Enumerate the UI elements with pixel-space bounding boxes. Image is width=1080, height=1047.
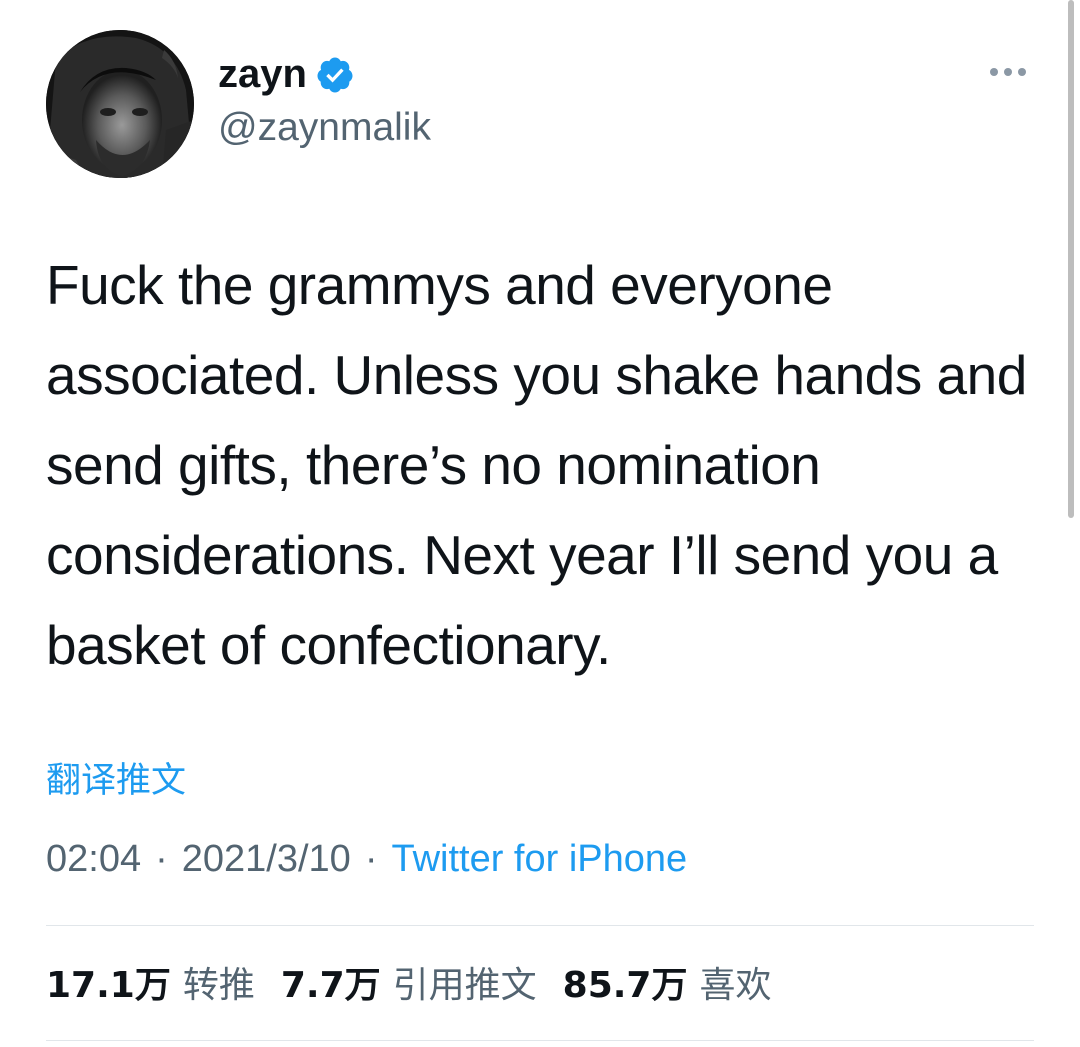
avatar[interactable] bbox=[46, 30, 194, 178]
likes-label: 喜欢 bbox=[699, 965, 772, 1006]
author-handle[interactable]: @zaynmalik bbox=[218, 106, 431, 150]
more-dot bbox=[1018, 68, 1026, 76]
quotes-stat[interactable]: 7.7万 引用推文 bbox=[281, 956, 537, 1008]
translate-tweet-link[interactable]: 翻译推文 bbox=[46, 752, 186, 803]
tweet-source-link[interactable]: Twitter for iPhone bbox=[391, 838, 687, 880]
more-options-icon[interactable] bbox=[986, 64, 1030, 80]
avatar-image bbox=[46, 30, 194, 178]
tweet-date: 2021/3/10 bbox=[181, 838, 351, 880]
divider bbox=[46, 1040, 1034, 1041]
tweet-time: 02:04 bbox=[46, 838, 142, 880]
retweets-count: 17.1万 bbox=[46, 965, 171, 1006]
more-dot bbox=[1004, 68, 1012, 76]
quotes-label: 引用推文 bbox=[392, 965, 537, 1006]
quotes-count: 7.7万 bbox=[280, 965, 381, 1006]
likes-stat[interactable]: 85.7万 喜欢 bbox=[563, 956, 772, 1008]
retweets-stat[interactable]: 17.1万 转推 bbox=[46, 956, 255, 1008]
retweets-label: 转推 bbox=[182, 965, 255, 1006]
meta-separator: · bbox=[155, 838, 168, 880]
divider bbox=[46, 925, 1034, 926]
scrollbar[interactable] bbox=[1068, 0, 1074, 518]
tweet-text: Fuck the grammys and everyone associated… bbox=[46, 254, 1027, 676]
author-display-name[interactable]: zayn bbox=[218, 52, 307, 97]
author-name-row[interactable]: zayn bbox=[218, 52, 355, 97]
tweet-stats: 17.1万 转推 7.7万 引用推文 85.7万 喜欢 bbox=[46, 956, 797, 1008]
meta-separator: · bbox=[364, 838, 378, 880]
verified-badge-icon bbox=[317, 57, 353, 92]
tweet-meta: 02:04 · 2021/3/10 · Twitter for iPhone bbox=[46, 838, 687, 881]
likes-count: 85.7万 bbox=[562, 965, 688, 1006]
more-dot bbox=[990, 68, 998, 76]
tweet-detail-page: zayn @zaynmalik Fuck the grammys and eve… bbox=[0, 0, 1080, 1047]
